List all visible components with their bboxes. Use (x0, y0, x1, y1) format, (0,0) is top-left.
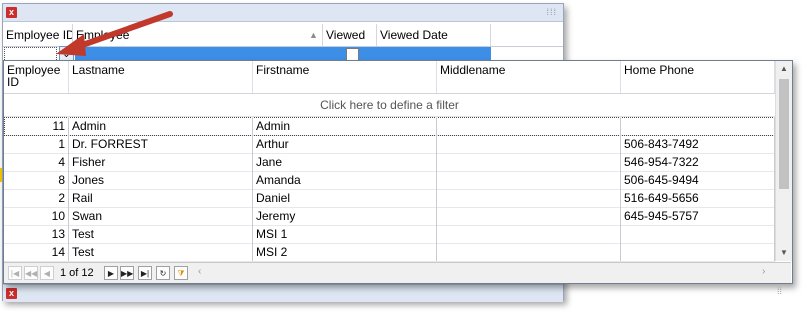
cell-id: 1 (4, 135, 69, 153)
cell-firstname: Amanda (253, 171, 437, 189)
cell-id: 2 (4, 189, 69, 207)
cell-phone: 516-649-5656 (621, 189, 775, 207)
table-row[interactable]: 8 Jones Amanda 506-645-9494 (4, 171, 775, 190)
cell-middlename (437, 243, 621, 261)
side-accent (0, 168, 2, 182)
cell-id: 8 (4, 171, 69, 189)
cell-lastname: Fisher (69, 153, 253, 171)
cell-lastname: Test (69, 225, 253, 243)
cell-phone: 506-645-9494 (621, 171, 775, 189)
sort-ascending-icon[interactable]: ▲ (309, 24, 318, 46)
grip-icon[interactable]: ⁞⁞⁞ (546, 7, 557, 17)
cell-firstname: Arthur (253, 135, 437, 153)
cell-middlename (437, 189, 621, 207)
cell-id: 13 (4, 225, 69, 243)
scroll-right-icon[interactable]: › (762, 266, 765, 277)
popup-column-home-phone[interactable]: Home Phone (621, 61, 775, 93)
cell-middlename (437, 135, 621, 153)
cell-middlename (437, 207, 621, 225)
cell-lastname: Rail (69, 189, 253, 207)
cell-firstname: Daniel (253, 189, 437, 207)
vertical-scrollbar[interactable]: ▲ ▼ (775, 61, 792, 261)
column-header-viewed-date[interactable]: Viewed Date (377, 24, 491, 46)
next-page-icon[interactable]: ▶▶ (120, 266, 134, 280)
cell-lastname: Test (69, 243, 253, 261)
employee-dropdown-popup: Employee ID Lastname Firstname Middlenam… (3, 60, 793, 284)
filter-icon[interactable]: ⧩ (174, 266, 188, 280)
pager-text: 1 of 12 (60, 267, 94, 279)
first-record-icon[interactable]: |◀ (8, 266, 22, 280)
scroll-up-icon[interactable]: ▲ (776, 61, 792, 77)
cell-id: 14 (4, 243, 69, 261)
cell-phone (621, 225, 775, 243)
navigation-bar: |◀ ◀◀ ◀ 1 of 12 ▶ ▶▶ ▶| ↻ ⧩ ‹ › (4, 262, 791, 283)
previous-record-icon[interactable]: ◀ (40, 266, 54, 280)
annotation-arrow-icon (56, 11, 173, 56)
previous-page-icon[interactable]: ◀◀ (24, 266, 38, 280)
next-record-icon[interactable]: ▶ (104, 266, 118, 280)
table-row[interactable]: 1 Dr. FORREST Arthur 506-843-7492 (4, 135, 775, 154)
table-row[interactable]: 10 Swan Jeremy 645-945-5757 (4, 207, 775, 226)
close-icon[interactable]: x (6, 7, 17, 18)
cell-middlename (437, 171, 621, 189)
cell-phone: 546-954-7322 (621, 153, 775, 171)
cell-firstname: Jeremy (253, 207, 437, 225)
window-bottom-bar: x (3, 284, 563, 302)
cell-phone (621, 243, 775, 261)
cell-firstname: Admin (253, 117, 437, 135)
close-icon-bottom[interactable]: x (6, 288, 17, 299)
cell-id: 10 (4, 207, 69, 225)
cell-middlename (437, 225, 621, 243)
table-row[interactable]: 14 Test MSI 2 (4, 243, 775, 262)
popup-grid-header: Employee ID Lastname Firstname Middlenam… (4, 61, 775, 94)
cell-middlename (437, 153, 621, 171)
refresh-icon[interactable]: ↻ (156, 266, 170, 280)
cell-phone: 506-843-7492 (621, 135, 775, 153)
cell-middlename (437, 117, 621, 135)
scroll-left-icon[interactable]: ‹ (198, 266, 201, 277)
cell-phone: 645-945-5757 (621, 207, 775, 225)
table-row[interactable]: 13 Test MSI 1 (4, 225, 775, 244)
column-header-viewed[interactable]: Viewed (323, 24, 377, 46)
popup-column-lastname[interactable]: Lastname (69, 61, 253, 93)
cell-lastname: Swan (69, 207, 253, 225)
scroll-thumb[interactable] (779, 79, 789, 189)
cell-lastname: Dr. FORREST (69, 135, 253, 153)
popup-column-firstname[interactable]: Firstname (253, 61, 437, 93)
cell-lastname: Jones (69, 171, 253, 189)
define-filter-row[interactable]: Click here to define a filter (4, 94, 775, 117)
cell-phone (621, 117, 775, 135)
scroll-down-icon[interactable]: ▼ (776, 245, 792, 261)
table-row[interactable]: 11 Admin Admin (4, 117, 775, 136)
last-record-icon[interactable]: ▶| (138, 266, 152, 280)
cell-firstname: MSI 2 (253, 243, 437, 261)
cell-id: 4 (4, 153, 69, 171)
cell-lastname: Admin (69, 117, 253, 135)
cell-id: 11 (4, 117, 69, 135)
popup-column-middlename[interactable]: Middlename (437, 61, 621, 93)
cell-firstname: Jane (253, 153, 437, 171)
popup-column-employee-id[interactable]: Employee ID (4, 61, 69, 93)
table-row[interactable]: 4 Fisher Jane 546-954-7322 (4, 153, 775, 172)
resize-grip-icon[interactable]: ⁞⁞ (777, 286, 782, 296)
cell-firstname: MSI 1 (253, 225, 437, 243)
table-row[interactable]: 2 Rail Daniel 516-649-5656 (4, 189, 775, 208)
